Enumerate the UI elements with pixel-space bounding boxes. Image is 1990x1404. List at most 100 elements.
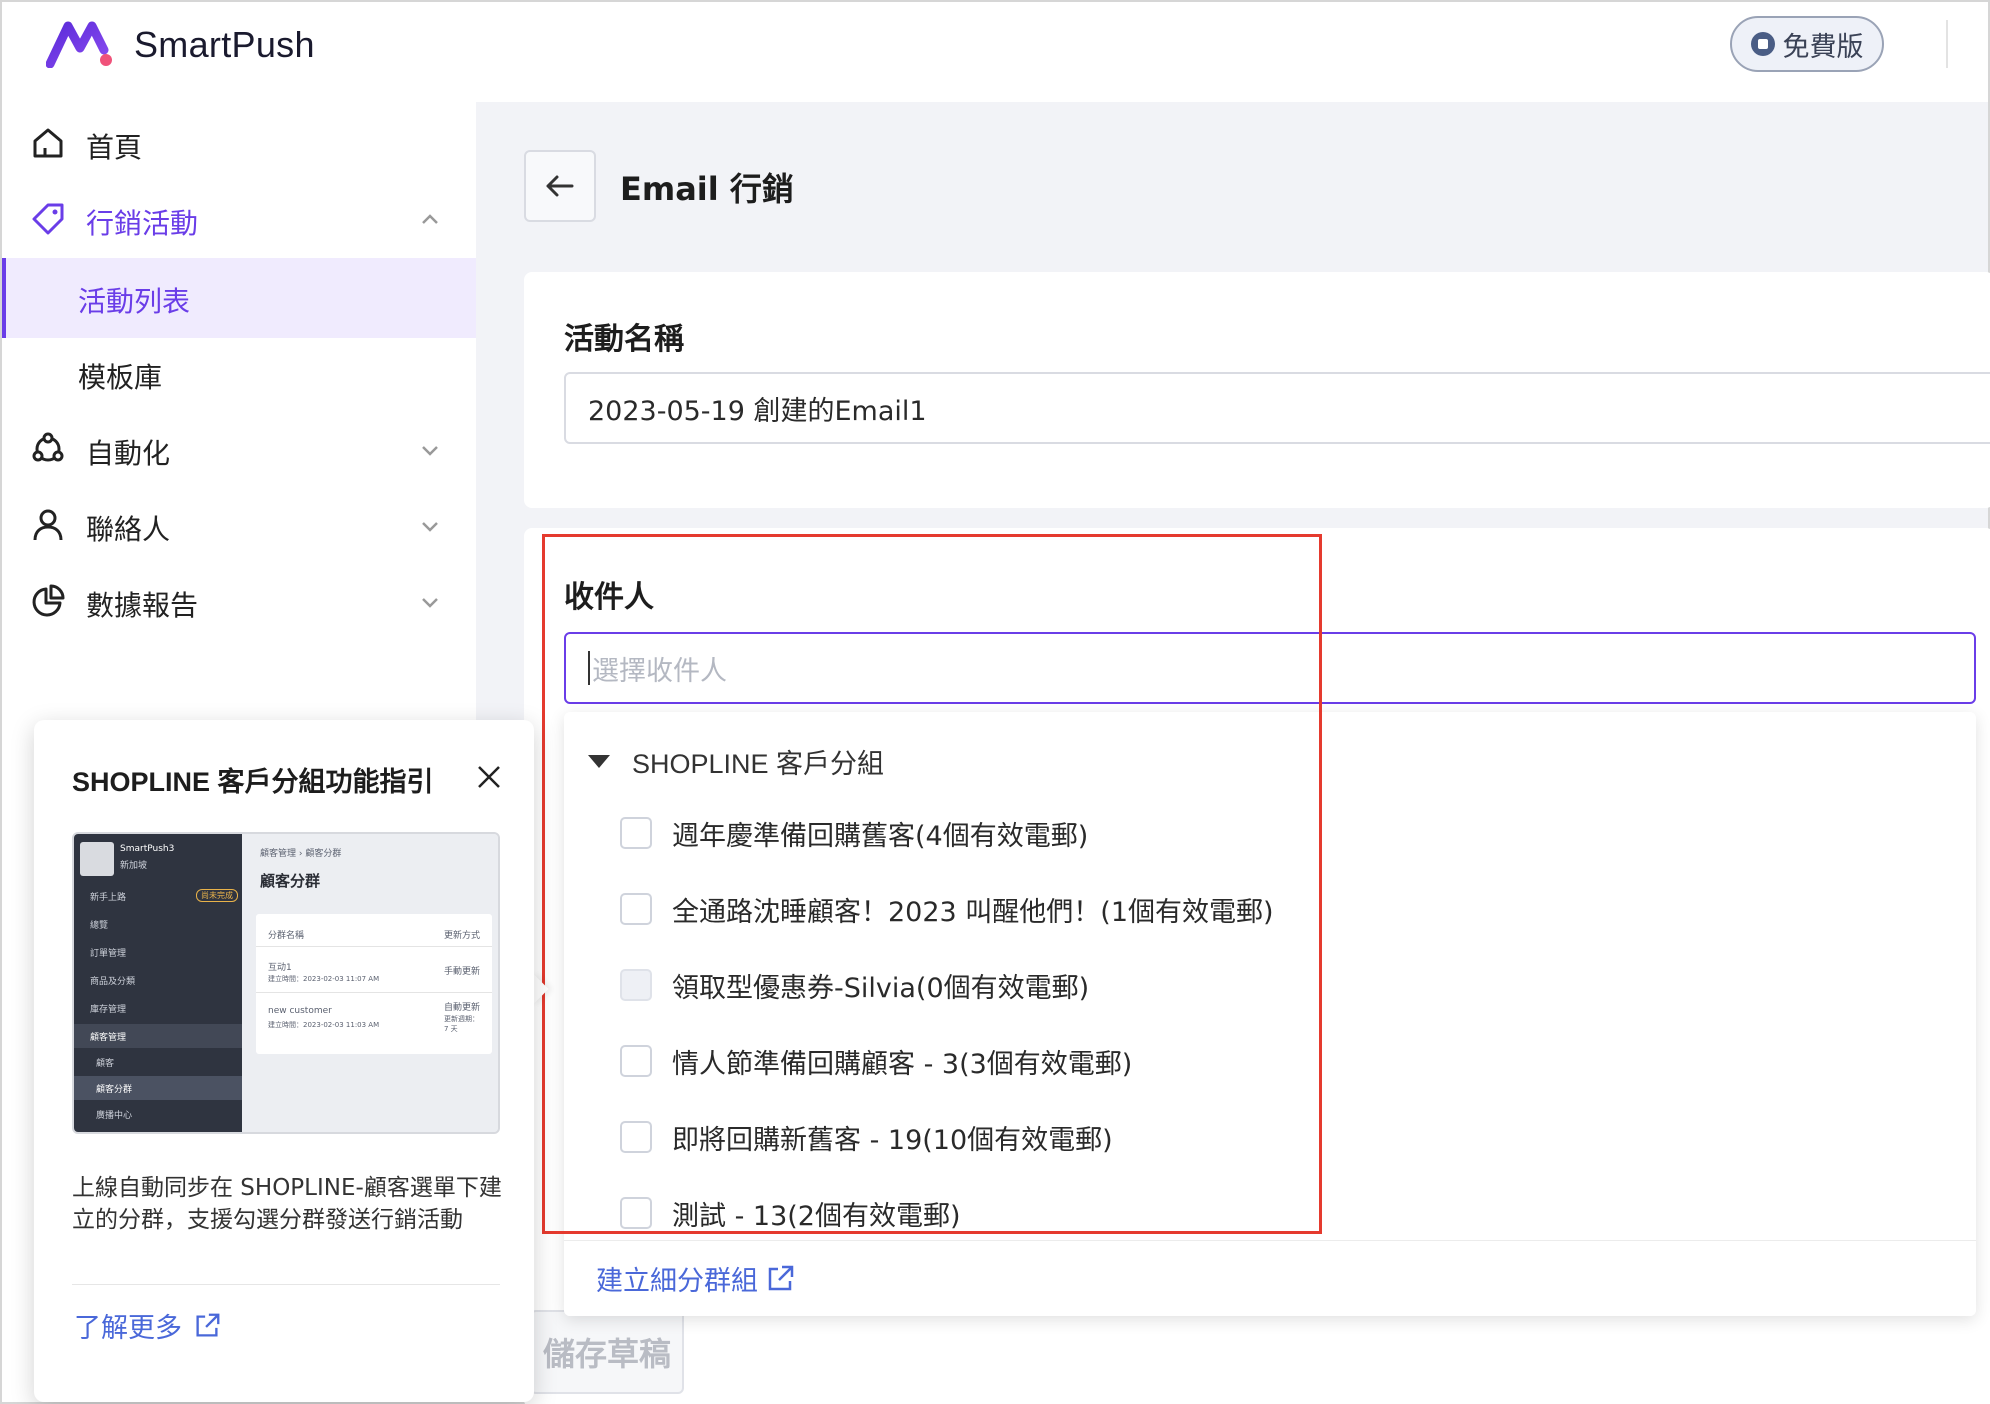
- segment-group-label: SHOPLINE 客戶分組: [632, 749, 885, 779]
- menu-item: 庫存管理: [90, 1005, 127, 1015]
- sidebar-item-label: 自動化: [86, 437, 171, 470]
- plan-label: 免費版: [1782, 31, 1864, 63]
- segment-guide-popover: SHOPLINE 客戶分組功能指引 SmartPush3 新加坡 新手上路 尚未…: [34, 720, 534, 1402]
- header-divider: [1946, 20, 1948, 68]
- segment-option[interactable]: 週年慶準備回購舊客(4個有效電郵): [620, 808, 1088, 858]
- dropdown-footer: 建立細分群組: [564, 1240, 1976, 1316]
- menu-item: 訂單管理: [90, 949, 127, 959]
- chevron-down-icon: [422, 446, 438, 456]
- option-checkbox[interactable]: [620, 893, 652, 925]
- option-checkbox-disabled: [620, 969, 652, 1001]
- campaign-name-value: 2023-05-19 創建的Email1: [588, 395, 927, 427]
- menu-item: 新手上路: [90, 893, 127, 903]
- sidebar-item-label: 行銷活動: [86, 207, 199, 240]
- shot-row-name: 互动1: [268, 963, 292, 973]
- shot-col-name: 分群名稱: [268, 931, 305, 941]
- option-checkbox[interactable]: [620, 1121, 652, 1153]
- segment-option: 領取型優惠券-Silvia(0個有效電郵): [620, 960, 1089, 1010]
- sidebar-item-label: 首頁: [86, 131, 143, 164]
- option-label: 測試 - 13(2個有效電郵): [672, 1200, 961, 1232]
- segment-option[interactable]: 情人節準備回購顧客 - 3(3個有效電郵): [620, 1036, 1132, 1086]
- option-checkbox[interactable]: [620, 817, 652, 849]
- sidebar-item-template-library[interactable]: 模板庫: [2, 334, 476, 414]
- campaign-name-input[interactable]: 2023-05-19 創建的Email1: [564, 372, 1990, 444]
- shot-divider: [256, 946, 492, 947]
- shot-breadcrumb: 顧客管理 › 顧客分群: [260, 849, 342, 859]
- shot-row-time: 建立時間：2023-02-03 11:07 AM: [268, 975, 380, 983]
- shot-row-update: 手動更新: [444, 967, 481, 977]
- pie-chart-icon: [32, 584, 65, 617]
- plan-icon: [1750, 32, 1775, 56]
- sidebar-item-automation[interactable]: 自動化: [2, 408, 476, 490]
- recipients-select[interactable]: 選擇收件人: [564, 632, 1976, 704]
- option-label: 週年慶準備回購舊客(4個有效電郵): [672, 820, 1089, 852]
- shot-divider: [256, 992, 492, 993]
- segment-option[interactable]: 全通路沈睡顧客！2023 叫醒他們！(1個有效電郵): [620, 884, 1274, 934]
- automation-icon: [32, 432, 64, 462]
- shot-col-update: 更新方式: [444, 931, 481, 941]
- option-checkbox[interactable]: [620, 1197, 652, 1229]
- sidebar-item-label: 數據報告: [86, 589, 199, 622]
- guide-divider: [72, 1284, 500, 1285]
- sidebar-item-campaign-list[interactable]: 活動列表: [2, 258, 476, 338]
- back-button[interactable]: [524, 150, 596, 222]
- store-sub: 新加坡: [120, 861, 148, 871]
- option-label: 即將回購新舊客 - 19(10個有效電郵): [672, 1124, 1113, 1156]
- store-logo: [80, 842, 114, 876]
- external-link-icon: [768, 1265, 794, 1290]
- option-label: 全通路沈睡顧客！2023 叫醒他們！(1個有效電郵): [672, 896, 1274, 928]
- text-caret: [588, 651, 590, 685]
- create-segment-link[interactable]: 建立細分群組: [596, 1259, 796, 1298]
- sidebar-item-label: 模板庫: [78, 361, 163, 394]
- menu-item: 廣播中心: [96, 1111, 133, 1121]
- menu-item: 顧客管理: [90, 1033, 127, 1043]
- guide-description: 上線自動同步在 SHOPLINE-顧客選單下建立的分群，支援勾選分群發送行銷活動: [72, 1175, 502, 1233]
- arrow-left-icon: [546, 175, 574, 197]
- menu-item: 總覽: [90, 921, 109, 931]
- chevron-down-icon: [422, 598, 438, 608]
- home-icon: [33, 128, 63, 158]
- sidebar-item-reports[interactable]: 數據報告: [2, 560, 476, 642]
- campaign-name-label: 活動名稱: [564, 322, 684, 357]
- top-header: SmartPush 免費版: [2, 2, 1988, 102]
- smartpush-logo: [46, 21, 112, 68]
- plan-badge[interactable]: 免費版: [1730, 16, 1884, 72]
- save-draft-button[interactable]: 儲存草稿: [530, 1310, 684, 1394]
- shot-row-name: new customer: [268, 1006, 332, 1016]
- person-icon: [33, 509, 63, 541]
- guide-shot-sidebar: SmartPush3 新加坡 新手上路 尚未完成 總覽 訂單管理 商品及分類 庫…: [74, 834, 242, 1132]
- shot-table: 分群名稱 更新方式 互动1 建立時間：2023-02-03 11:07 AM 手…: [256, 914, 492, 1054]
- segment-option[interactable]: 即將回購新舊客 - 19(10個有效電郵): [620, 1112, 1113, 1162]
- sidebar-item-contacts[interactable]: 聯絡人: [2, 484, 476, 566]
- campaign-name-card: 活動名稱 2023-05-19 創建的Email1: [524, 272, 1990, 508]
- learn-more-label: 了解更多: [74, 1313, 182, 1344]
- external-link-icon: [196, 1313, 220, 1337]
- close-icon[interactable]: [472, 760, 506, 794]
- menu-item: 商品及分類: [90, 977, 136, 987]
- segment-option[interactable]: 測試 - 13(2個有效電郵): [620, 1188, 961, 1238]
- sidebar-item-home[interactable]: 首頁: [2, 102, 476, 184]
- shot-heading: 顧客分群: [260, 872, 321, 890]
- sidebar-item-label: 活動列表: [78, 285, 191, 318]
- recipients-dropdown: SHOPLINE 客戶分組 週年慶準備回購舊客(4個有效電郵) 全通路沈睡顧客！…: [564, 712, 1976, 1316]
- sidebar-item-marketing[interactable]: 行銷活動: [2, 178, 476, 260]
- recipients-placeholder: 選擇收件人: [592, 655, 727, 687]
- menu-item: 顧客分群: [96, 1085, 133, 1095]
- shot-row-update: 自動更新: [444, 1003, 481, 1013]
- option-checkbox[interactable]: [620, 1045, 652, 1077]
- shot-row-time: 建立時間：2023-02-03 11:03 AM: [268, 1021, 380, 1029]
- shot-row-update-sub: 更新週期：: [444, 1015, 479, 1023]
- tag-icon: [32, 203, 64, 235]
- brand-name: SmartPush: [134, 24, 315, 65]
- store-name: SmartPush3: [120, 844, 175, 854]
- incomplete-badge: 尚未完成: [196, 889, 238, 902]
- guide-title: SHOPLINE 客戶分組功能指引: [72, 767, 434, 797]
- option-label: 情人節準備回購顧客 - 3(3個有效電郵): [672, 1048, 1133, 1080]
- caret-down-icon: [588, 755, 610, 768]
- chevron-down-icon: [422, 522, 438, 532]
- learn-more-link[interactable]: 了解更多: [74, 1306, 222, 1345]
- guide-screenshot: SmartPush3 新加坡 新手上路 尚未完成 總覽 訂單管理 商品及分類 庫…: [72, 832, 500, 1134]
- sidebar-item-label: 聯絡人: [86, 513, 171, 546]
- segment-group-header[interactable]: SHOPLINE 客戶分組: [588, 742, 884, 781]
- chevron-up-icon: [422, 214, 438, 224]
